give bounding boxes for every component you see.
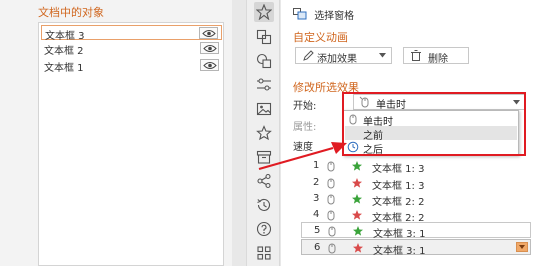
shapes-tab[interactable] [254,51,274,71]
animation-order: 4 [313,209,320,220]
help-icon [256,221,272,237]
selection-pane: 文档中的对象 文本框 3 文本框 2 文本框 1 [0,0,232,266]
animation-item-selected[interactable]: 6 文本框 3: 1 [301,239,531,257]
help-tab[interactable] [254,219,274,239]
animation-order: 6 [314,242,321,253]
entrance-effect-icon [352,161,362,171]
chevron-down-icon [519,245,525,249]
animation-target: 文本框 3: 1 [373,229,426,240]
visibility-toggle[interactable] [200,42,219,54]
animation-pane: 选择窗格 自定义动画 添加效果 删除 修改所选效果 开始: 单击时 属性: 速度… [281,0,539,266]
task-pane-icon-bar [246,0,280,266]
pencil-icon [303,50,314,61]
animation-target: 文本框 3: 1 [373,246,426,257]
object-list: 文本框 3 文本框 2 文本框 1 [38,22,224,266]
add-effect-label: 添加效果 [317,54,357,65]
delete-button[interactable]: 删除 [403,47,469,65]
image-gallery-icon [256,102,272,116]
entrance-effect-icon [352,194,362,204]
animation-target: 文本框 1: 3 [372,164,425,175]
selection-window-toggle[interactable]: 选择窗格 [293,7,354,22]
object-name: 文本框 3 [45,31,85,42]
custom-animation-title: 自定义动画 [293,31,348,44]
shapes-icon [256,53,272,69]
emphasis-effect-icon [352,210,362,220]
history-icon [257,198,271,211]
transition-tab[interactable] [254,27,274,47]
apps-tab[interactable] [254,243,274,263]
eye-icon [203,62,217,69]
visibility-toggle[interactable] [199,27,218,39]
mouse-click-icon [327,178,335,189]
entrance-effect-icon [353,226,363,236]
object-row[interactable]: 文本框 3 [41,25,222,42]
chevron-down-icon [379,53,386,58]
emphasis-effect-icon [352,178,362,188]
emphasis-effect-icon [353,243,363,253]
eye-icon [202,30,216,37]
image-tab[interactable] [254,99,274,119]
animation-target: 文本框 1: 3 [372,181,425,192]
animation-item[interactable]: 2 文本框 1: 3 [301,175,531,192]
selection-window-label: 选择窗格 [314,11,355,22]
animation-order: 2 [313,177,320,188]
object-name: 文本框 1 [44,63,84,74]
mouse-click-icon [327,194,335,205]
settings-sliders-icon [257,78,271,91]
start-label: 开始: [293,101,317,112]
share-icon [257,173,271,189]
history-tab[interactable] [254,195,274,215]
object-row[interactable]: 文本框 1 [41,58,222,74]
animation-order: 5 [314,225,321,236]
trash-icon [411,50,421,61]
delete-label: 删除 [428,54,448,65]
apps-grid-icon [257,246,271,260]
object-name: 文本框 2 [44,46,84,57]
share-tab[interactable] [254,171,274,191]
animation-item[interactable]: 5 文本框 3: 1 [301,222,531,240]
animation-item[interactable]: 3 文本框 2: 2 [301,191,531,208]
selection-window-icon [293,8,307,20]
animation-star-icon [256,4,272,20]
mouse-click-icon [328,226,336,237]
add-effect-button[interactable]: 添加效果 [295,47,392,65]
property-label: 属性: [293,122,317,133]
visibility-toggle[interactable] [200,59,219,71]
animation-target: 文本框 2: 2 [372,197,425,208]
animation-tab[interactable] [254,2,274,22]
object-row[interactable]: 文本框 2 [41,41,222,57]
mouse-click-icon [327,210,335,221]
selection-pane-title: 文档中的对象 [38,6,104,19]
pointer-arrow [258,142,347,171]
highlight-frame [342,92,526,156]
settings-tab[interactable] [254,75,274,95]
animation-order: 3 [313,193,320,204]
transition-icon [256,29,272,45]
animation-item[interactable]: 4 文本框 2: 2 [301,207,531,224]
animation-item-menu-button[interactable] [516,242,528,252]
eye-icon [203,45,217,52]
mouse-click-icon [328,243,336,254]
